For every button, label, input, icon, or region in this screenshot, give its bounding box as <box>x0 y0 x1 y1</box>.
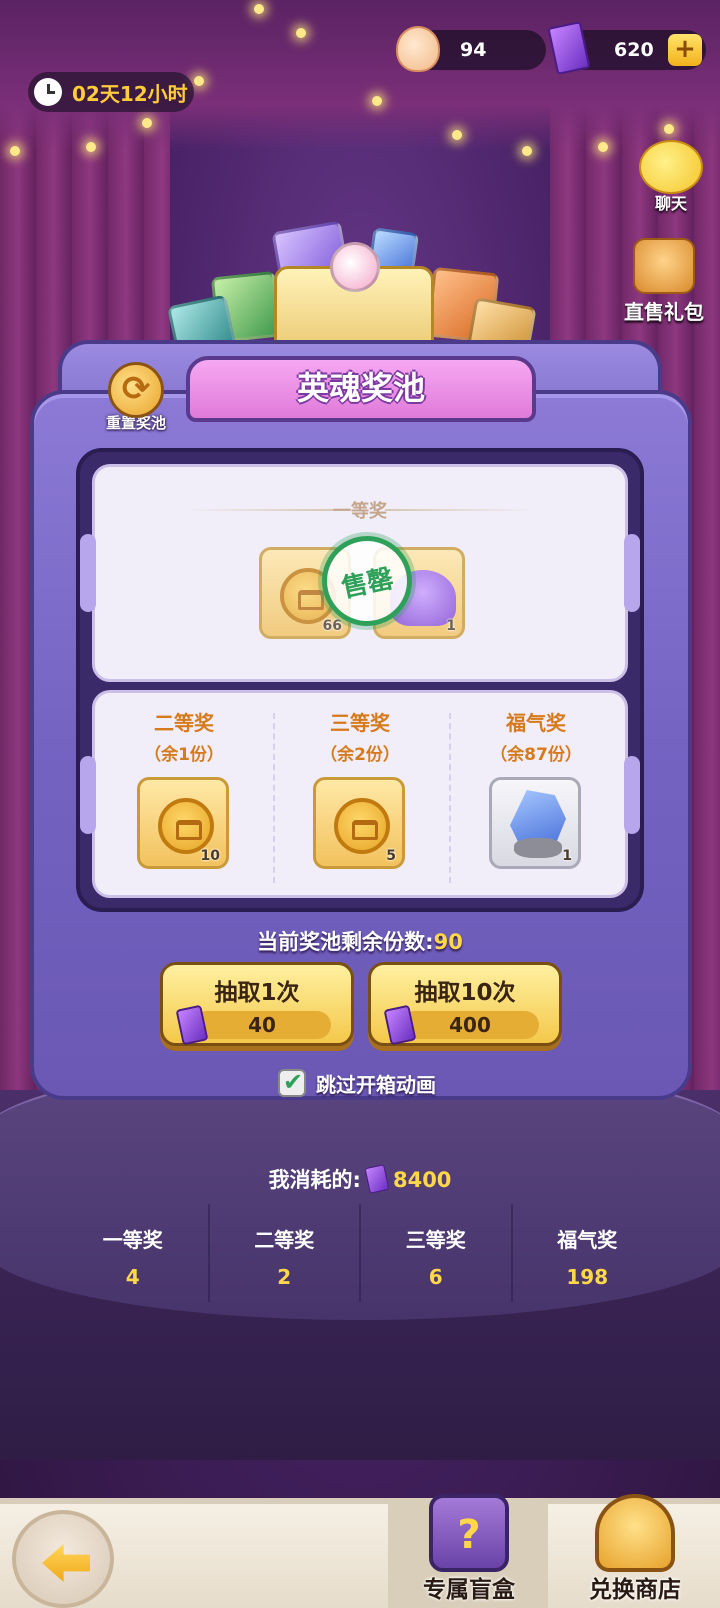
first-prize-title: 一等奖 <box>333 501 387 522</box>
stat-value: 2 <box>277 1265 292 1289</box>
shell-count: 94 <box>460 39 487 61</box>
tab-label: 专属盲盒 <box>423 1577 515 1603</box>
stat-lucky-prize: 福气奖 198 <box>513 1204 663 1302</box>
skip-animation-checkbox[interactable] <box>278 1068 306 1097</box>
frame-tab <box>80 534 96 612</box>
stat-name: 三等奖 <box>405 1228 466 1252</box>
shell-icon <box>396 26 440 72</box>
skip-animation-toggle[interactable]: 跳过开箱动画 <box>278 1068 436 1098</box>
item-quantity: 1 <box>562 848 572 864</box>
stat-first-prize: 一等奖 4 <box>58 1204 210 1302</box>
draw-ten-cost: 400 <box>401 1011 539 1039</box>
pool-remaining-label: 当前奖池剩余份数: <box>257 930 434 954</box>
item-quantity: 5 <box>386 848 396 864</box>
coin-icon <box>158 798 214 854</box>
mystery-box-icon <box>429 1494 509 1572</box>
pool-remaining: 当前奖池剩余份数:90 <box>0 926 720 956</box>
tab-exchange-shop[interactable]: 兑换商店 <box>560 1494 710 1604</box>
pool-title: 英魂奖池 <box>186 356 536 422</box>
second-prize-tier: 二等奖 （余1份） <box>99 707 269 765</box>
chat-icon <box>639 140 703 194</box>
second-prize-item[interactable]: 10 <box>137 777 229 869</box>
draw-ten-button[interactable]: 抽取10次 400 <box>368 962 562 1046</box>
event-timer: 02天12小时 <box>28 72 194 112</box>
draw-once-label: 抽取1次 <box>214 980 300 1006</box>
shop-mascot-icon <box>595 1494 675 1572</box>
ticket-count: 620 <box>614 39 654 61</box>
prize-stats: 一等奖 4 二等奖 2 三等奖 6 福气奖 198 <box>58 1204 662 1302</box>
coin-icon <box>334 798 390 854</box>
stat-name: 福气奖 <box>557 1228 618 1252</box>
tab-label: 兑换商店 <box>589 1577 681 1603</box>
consumed-label: 我消耗的: <box>268 1168 361 1192</box>
item-quantity: 1 <box>446 618 456 634</box>
lucky-prize-tier: 福气奖 （余87份） <box>451 707 621 765</box>
other-prizes-section: 二等奖 （余1份） 10 三等奖 （余2份） 5 福气奖 （余87份） 1 <box>92 690 628 898</box>
item-quantity: 10 <box>200 848 220 864</box>
sold-out-text: 售罄 <box>338 563 397 604</box>
shell-currency: 94 <box>396 26 546 72</box>
draw-ten-label: 抽取10次 <box>414 980 516 1006</box>
tier-remaining: （余1份） <box>144 745 224 765</box>
stat-value: 198 <box>566 1265 609 1289</box>
frame-tab <box>624 756 640 834</box>
skip-animation-label: 跳过开箱动画 <box>316 1072 436 1097</box>
lucky-prize-item[interactable]: 1 <box>489 777 581 869</box>
refresh-icon <box>108 362 164 418</box>
pool-remaining-value: 90 <box>433 930 463 954</box>
frame-tab <box>624 534 640 612</box>
stat-value: 4 <box>125 1265 140 1289</box>
stat-value: 6 <box>428 1265 443 1289</box>
back-arrow-icon <box>42 1544 90 1582</box>
tier-remaining: （余87份） <box>490 745 582 765</box>
stat-third-prize: 三等奖 6 <box>361 1204 513 1302</box>
tab-exclusive-blind-box[interactable]: 专属盲盒 <box>394 1494 544 1604</box>
stat-name: 一等奖 <box>102 1228 163 1252</box>
ticket-icon <box>364 1164 390 1194</box>
gift-pack-label: 直售礼包 <box>624 300 704 324</box>
third-prize-tier: 三等奖 （余2份） <box>275 707 445 765</box>
add-tickets-button[interactable]: + <box>668 34 702 66</box>
draw-once-cost: 40 <box>193 1011 331 1039</box>
clock-icon <box>34 78 62 106</box>
gift-pack-button[interactable]: 直售礼包 <box>614 238 714 325</box>
ticket-currency: 620 + <box>547 20 706 76</box>
back-button[interactable] <box>12 1510 114 1608</box>
timer-text: 02天12小时 <box>72 81 188 106</box>
gift-bag-icon <box>633 238 695 294</box>
third-prize-item[interactable]: 5 <box>313 777 405 869</box>
consumed-value: 8400 <box>392 1168 452 1192</box>
frame-tab <box>80 756 96 834</box>
item-quantity: 66 <box>322 618 342 634</box>
tier-name: 福气奖 <box>506 711 566 735</box>
tier-name: 三等奖 <box>330 711 390 735</box>
reset-pool-button[interactable]: 重置奖池 <box>96 362 176 433</box>
chat-button[interactable]: 聊天 <box>628 140 714 214</box>
rock-base <box>514 838 562 858</box>
consumed-summary: 我消耗的: 8400 <box>0 1164 720 1194</box>
tier-remaining: （余2份） <box>320 745 400 765</box>
stat-name: 二等奖 <box>254 1228 315 1252</box>
tier-name: 二等奖 <box>154 711 214 735</box>
stat-second-prize: 二等奖 2 <box>210 1204 361 1302</box>
draw-once-button[interactable]: 抽取1次 40 <box>160 962 354 1046</box>
